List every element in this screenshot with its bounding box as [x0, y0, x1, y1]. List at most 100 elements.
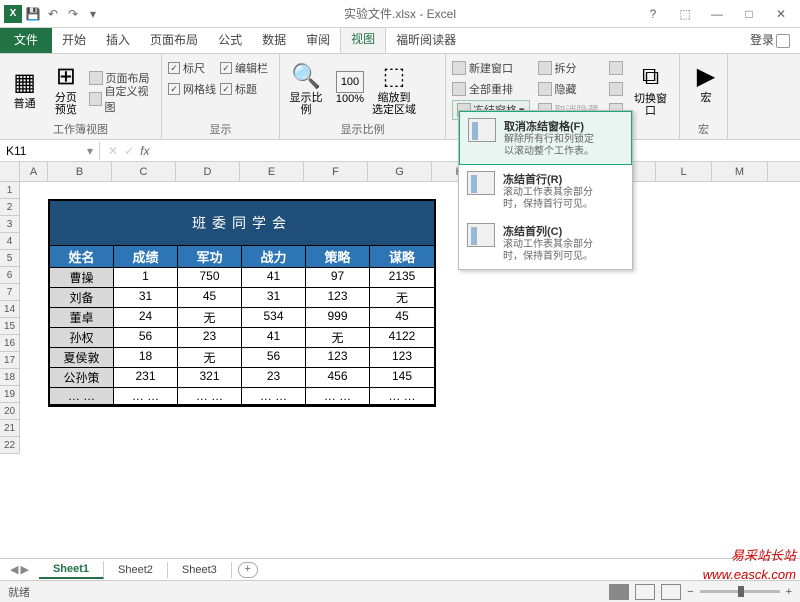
table-cell[interactable]: 321: [178, 368, 242, 388]
row-header[interactable]: 16: [0, 335, 20, 352]
table-cell[interactable]: 123: [306, 348, 370, 368]
table-cell[interactable]: 31: [114, 288, 178, 308]
redo-icon[interactable]: ↷: [64, 5, 82, 23]
row-header[interactable]: 5: [0, 250, 20, 267]
row-header[interactable]: 18: [0, 369, 20, 386]
page-layout-view-icon[interactable]: [635, 584, 655, 600]
table-cell[interactable]: 145: [370, 368, 434, 388]
login-link[interactable]: 登录: [740, 26, 800, 53]
gridlines-checkbox[interactable]: ✓网格线: [168, 79, 216, 99]
row-header[interactable]: 21: [0, 420, 20, 437]
undo-icon[interactable]: ↶: [44, 5, 62, 23]
table-cell[interactable]: 56: [114, 328, 178, 348]
table-cell[interactable]: … …: [242, 388, 306, 405]
unfreeze-panes-item[interactable]: 取消冻结窗格(F)解除所有行和列锁定 以滚动整个工作表。: [459, 111, 632, 165]
table-cell[interactable]: … …: [114, 388, 178, 405]
table-cell[interactable]: 无: [178, 348, 242, 368]
save-icon[interactable]: 💾: [24, 5, 42, 23]
table-cell[interactable]: 231: [114, 368, 178, 388]
new-window-button[interactable]: 新建窗口: [452, 58, 530, 78]
pagebreak-view-icon[interactable]: [661, 584, 681, 600]
tab-data[interactable]: 数据: [252, 26, 296, 53]
normal-view-icon[interactable]: [609, 584, 629, 600]
table-cell[interactable]: 41: [242, 268, 306, 288]
zoom-thumb[interactable]: [738, 586, 744, 597]
table-cell[interactable]: 2135: [370, 268, 434, 288]
table-cell[interactable]: 孙权: [50, 328, 114, 348]
row-header[interactable]: 6: [0, 267, 20, 284]
freeze-first-col-item[interactable]: 冻结首列(C)滚动工作表其余部分 时，保持首列可见。: [459, 217, 632, 269]
hide-button[interactable]: 隐藏: [538, 79, 599, 99]
table-cell[interactable]: 无: [178, 308, 242, 328]
table-cell[interactable]: 公孙策: [50, 368, 114, 388]
split-button[interactable]: 拆分: [538, 58, 599, 78]
table-cell[interactable]: 23: [178, 328, 242, 348]
table-cell[interactable]: … …: [370, 388, 434, 405]
sheet-tab[interactable]: Sheet3: [168, 562, 232, 578]
row-header[interactable]: 17: [0, 352, 20, 369]
enter-icon[interactable]: ✓: [124, 144, 134, 158]
help-icon[interactable]: ?: [642, 7, 664, 21]
ribbon-options-icon[interactable]: ⬚: [674, 7, 696, 21]
row-header[interactable]: 4: [0, 233, 20, 250]
custom-view-button[interactable]: 自定义视图: [89, 89, 156, 109]
table-cell[interactable]: 123: [370, 348, 434, 368]
close-icon[interactable]: ✕: [770, 7, 792, 21]
row-header[interactable]: 19: [0, 386, 20, 403]
arrange-all-button[interactable]: 全部重排: [452, 79, 530, 99]
view-side-button[interactable]: [609, 58, 623, 78]
col-header[interactable]: M: [712, 162, 768, 181]
row-header[interactable]: 20: [0, 403, 20, 420]
zoom-out-icon[interactable]: −: [687, 586, 693, 598]
col-header[interactable]: D: [176, 162, 240, 181]
table-cell[interactable]: 56: [242, 348, 306, 368]
col-header[interactable]: C: [112, 162, 176, 181]
select-all-corner[interactable]: [0, 162, 20, 181]
tab-file[interactable]: 文件: [0, 26, 52, 53]
spreadsheet-grid[interactable]: A B C D E F G H I J K L M 12345671415161…: [0, 162, 800, 558]
ruler-checkbox[interactable]: ✓标尺: [168, 58, 216, 78]
table-cell[interactable]: 123: [306, 288, 370, 308]
zoom-button[interactable]: 🔍显示比例: [286, 58, 326, 118]
col-header[interactable]: L: [656, 162, 712, 181]
table-cell[interactable]: 4122: [370, 328, 434, 348]
zoom-in-icon[interactable]: +: [786, 586, 792, 598]
row-header[interactable]: 22: [0, 437, 20, 454]
table-cell[interactable]: 23: [242, 368, 306, 388]
pagebreak-view-button[interactable]: ⊞分页 预览: [47, 58, 84, 118]
sheet-nav-first-icon[interactable]: ◀: [10, 563, 18, 576]
col-header[interactable]: A: [20, 162, 48, 181]
tab-review[interactable]: 审阅: [296, 26, 340, 53]
formula-bar-checkbox[interactable]: ✓编辑栏: [220, 58, 268, 78]
switch-window-button[interactable]: ⧉切换窗口: [631, 59, 671, 119]
tab-formula[interactable]: 公式: [208, 26, 252, 53]
table-cell[interactable]: 534: [242, 308, 306, 328]
sheet-tab[interactable]: Sheet1: [39, 561, 104, 579]
sync-scroll-button[interactable]: [609, 79, 623, 99]
headings-checkbox[interactable]: ✓标题: [220, 79, 268, 99]
normal-view-button[interactable]: ▦普通: [6, 64, 43, 112]
table-cell[interactable]: 750: [178, 268, 242, 288]
row-header[interactable]: 3: [0, 216, 20, 233]
table-cell[interactable]: 97: [306, 268, 370, 288]
macro-button[interactable]: ▶宏: [686, 58, 726, 106]
tab-insert[interactable]: 插入: [96, 26, 140, 53]
table-cell[interactable]: … …: [306, 388, 370, 405]
table-cell[interactable]: 无: [306, 328, 370, 348]
fx-icon[interactable]: fx: [140, 144, 149, 158]
row-header[interactable]: 15: [0, 318, 20, 335]
table-cell[interactable]: … …: [50, 388, 114, 405]
table-cell[interactable]: 无: [370, 288, 434, 308]
sheet-nav-last-icon[interactable]: ▶: [20, 563, 28, 576]
minimize-icon[interactable]: —: [706, 7, 728, 21]
row-header[interactable]: 2: [0, 199, 20, 216]
cancel-icon[interactable]: ✕: [108, 144, 118, 158]
tab-layout[interactable]: 页面布局: [140, 26, 208, 53]
table-cell[interactable]: 曹操: [50, 268, 114, 288]
tab-foxit[interactable]: 福昕阅读器: [386, 26, 466, 53]
sheet-tab[interactable]: Sheet2: [104, 562, 168, 578]
name-box[interactable]: K11▾: [0, 142, 100, 160]
table-cell[interactable]: 45: [178, 288, 242, 308]
zoom-selection-button[interactable]: ⬚缩放到 选定区域: [374, 58, 414, 118]
table-cell[interactable]: 41: [242, 328, 306, 348]
